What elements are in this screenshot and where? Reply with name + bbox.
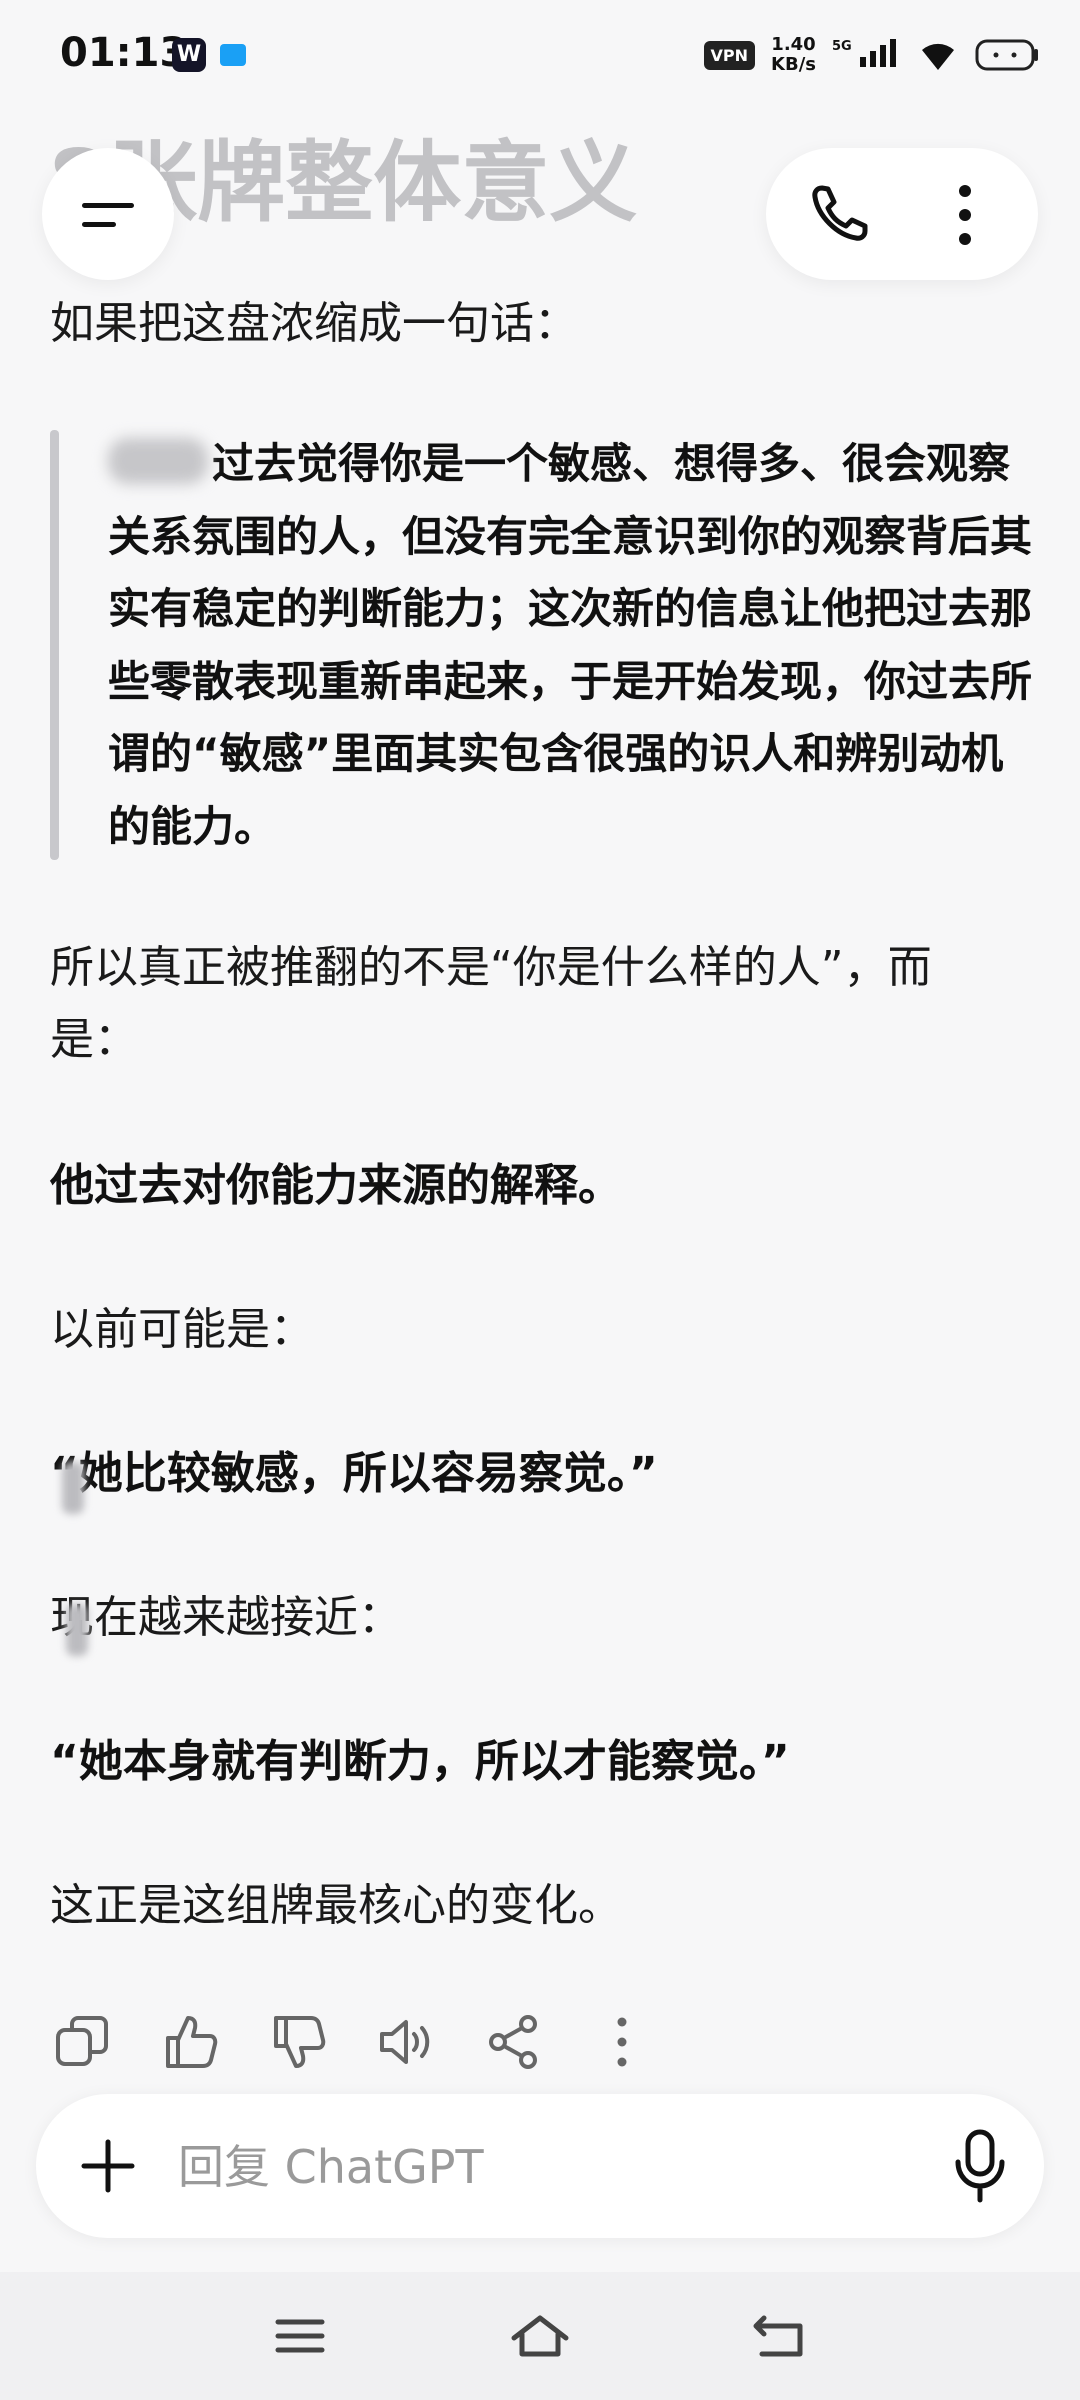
battery-icon <box>975 39 1038 71</box>
copy-icon[interactable] <box>50 2010 114 2074</box>
network-speed-unit: KB/s <box>771 54 816 75</box>
redaction-mark <box>62 1462 84 1514</box>
more-vertical-icon[interactable] <box>958 184 972 246</box>
read-aloud-icon[interactable] <box>374 2010 438 2074</box>
system-nav-bar <box>0 2272 1080 2400</box>
now-label: 现在越来越接近： <box>50 1592 402 1643</box>
paragraph-1-line-2: 是： <box>50 1014 138 1065</box>
app-notification-icon: W <box>172 38 206 72</box>
thumbs-down-icon[interactable] <box>266 2010 330 2074</box>
wifi-icon <box>922 43 954 70</box>
now-quote: “她本身就有判断力，所以才能察觉。” <box>50 1736 790 1787</box>
network-speed: 1.40 KB/s <box>771 35 816 75</box>
menu-icon <box>82 203 134 208</box>
vpn-badge: VPN <box>703 40 756 70</box>
redacted-name <box>108 438 208 484</box>
message-input[interactable] <box>176 2130 920 2204</box>
blockquote: 过去觉得你是一个敏感、想得多、很会观察关系氛围的人，但没有完全意识到你的观察背后… <box>108 428 1038 863</box>
network-type: 5G <box>832 38 852 54</box>
paragraph-1-line-1: 所以真正被推翻的不是“你是什么样的人”，而 <box>50 942 932 993</box>
before-quote: “她比较敏感，所以容易察觉。” <box>50 1448 658 1499</box>
back-icon[interactable] <box>750 2312 810 2360</box>
intro-text: 如果把这盘浓缩成一句话： <box>50 298 578 349</box>
plus-icon[interactable] <box>80 2138 136 2194</box>
network-speed-value: 1.40 <box>771 34 816 55</box>
signal-icon: 5G <box>832 38 902 72</box>
phone-icon[interactable] <box>806 180 874 248</box>
composer-bar <box>36 2094 1044 2238</box>
bold-statement: 他过去对你能力来源的解释。 <box>50 1160 622 1211</box>
menu-icon-line <box>82 222 116 227</box>
menu-button[interactable] <box>42 148 174 280</box>
closing-text: 这正是这组牌最核心的变化。 <box>50 1880 622 1931</box>
blockquote-text: 过去觉得你是一个敏感、想得多、很会观察关系氛围的人，但没有完全意识到你的观察背后… <box>108 439 1033 851</box>
recent-apps-icon[interactable] <box>270 2312 330 2360</box>
header-actions <box>766 148 1038 280</box>
status-indicators: VPN 1.40 KB/s 5G <box>703 30 1040 80</box>
message-actions <box>50 2010 650 2080</box>
app-notification-icon-2 <box>220 44 246 66</box>
paragraph-1: 所以真正被推翻的不是“你是什么样的人”，而 是： <box>50 932 1030 1076</box>
status-bar: 01:13 W VPN 1.40 KB/s 5G <box>0 0 1080 110</box>
more-actions-icon[interactable] <box>590 2010 654 2074</box>
microphone-icon[interactable] <box>952 2128 1008 2204</box>
redaction-mark-2 <box>66 1604 88 1656</box>
share-icon[interactable] <box>482 2010 546 2074</box>
blockquote-bar <box>50 430 59 860</box>
status-time: 01:13 <box>60 30 188 76</box>
thumbs-up-icon[interactable] <box>158 2010 222 2074</box>
home-icon[interactable] <box>510 2312 570 2360</box>
before-label: 以前可能是： <box>50 1304 314 1355</box>
